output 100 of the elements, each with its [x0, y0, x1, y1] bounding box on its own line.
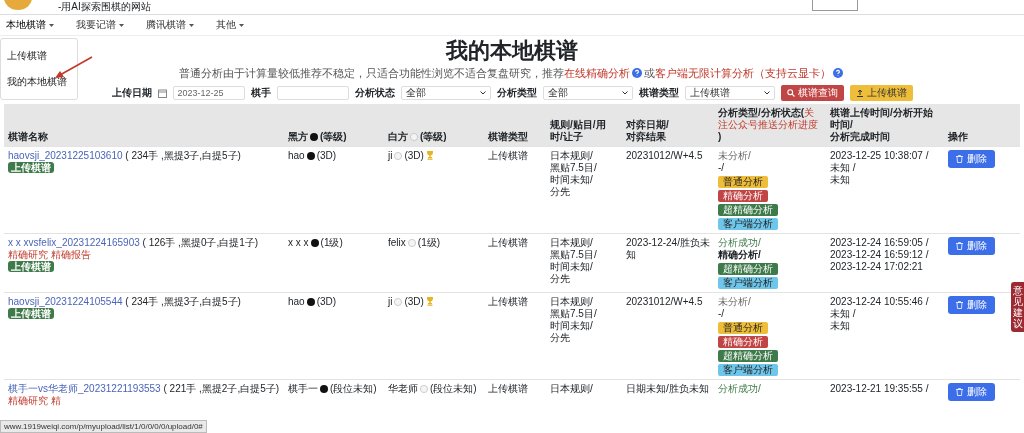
feedback-tab[interactable]: 意见建议	[1011, 282, 1024, 332]
help-icon[interactable]	[632, 68, 642, 78]
game-type: 上传棋谱	[488, 237, 528, 248]
analysis-button[interactable]: 客户端分析	[718, 364, 778, 376]
time-text: 2023-12-25 10:38:07 /	[830, 150, 930, 162]
site-tagline: -用AI探索围棋的网站	[58, 1, 151, 13]
player-name: x x x	[288, 237, 309, 248]
chevron-icon	[479, 91, 486, 95]
game-result: 20231012/W+4.5	[626, 150, 703, 161]
rule-text: 日本规则/	[550, 237, 594, 249]
analysis-button[interactable]: 精确分析	[718, 190, 768, 202]
upload-button[interactable]: 上传棋谱	[849, 85, 913, 101]
time-text: 2023-12-24 16:59:12 /	[830, 249, 930, 261]
delete-button[interactable]: 删除	[948, 296, 995, 314]
nav-menu[interactable]: 本地棋谱	[6, 18, 54, 32]
player-field[interactable]	[276, 86, 349, 100]
help-icon[interactable]	[833, 68, 843, 78]
trash-icon	[956, 388, 963, 396]
report-link[interactable]: 精确研究	[8, 395, 48, 406]
search-button[interactable]: 棋谱查询	[780, 85, 844, 101]
delete-button[interactable]: 删除	[948, 150, 995, 168]
column-header: 黑方	[288, 131, 308, 142]
analysis-type: -/	[718, 308, 726, 320]
player-rank: (1级)	[320, 237, 343, 248]
player-rank: (3D)	[316, 296, 337, 307]
go-stone-icon	[407, 239, 416, 247]
time-text: 2023-12-24 16:59:05 /	[830, 237, 930, 249]
upload-icon	[855, 89, 864, 97]
analysis-type: 精确分析/	[718, 249, 762, 261]
analysis-status: 分析成功/	[718, 383, 761, 394]
report-link[interactable]: 精	[50, 395, 61, 406]
time-text: 未知 /	[830, 308, 857, 320]
page-title: 我的本地棋谱	[446, 39, 578, 63]
player-name: hao	[288, 150, 305, 161]
player-name: 棋手一	[288, 383, 318, 394]
column-header: (等级)	[320, 131, 347, 142]
rule-text: 分先	[550, 186, 571, 198]
report-link[interactable]: 精确研究	[8, 249, 48, 260]
analysis-button[interactable]: 普通分析	[718, 176, 768, 188]
player-name: ji	[388, 150, 393, 161]
nav-menu[interactable]: 腾讯棋谱	[146, 18, 194, 32]
menu-item[interactable]: 上传棋谱	[1, 43, 77, 69]
type-badge: 上传棋谱	[8, 261, 54, 272]
online-analysis-link[interactable]: 在线精确分析	[564, 67, 630, 79]
analysis-button[interactable]: 超精确分析	[718, 204, 778, 216]
nav-menu[interactable]: 我要记谱	[76, 18, 124, 32]
filter-dropdown[interactable]: 上传棋谱	[684, 86, 775, 100]
nav-menu[interactable]: 其他	[216, 18, 244, 32]
game-link[interactable]: haovsji_20231224105544	[8, 296, 123, 307]
rule-text: 时间未知/	[550, 320, 594, 332]
analysis-button[interactable]: 客户端分析	[718, 218, 778, 230]
column-header: 棋谱类型	[488, 131, 528, 142]
game-type: 上传棋谱	[488, 383, 528, 394]
player-rank: (段位未知)	[330, 383, 377, 394]
trash-icon	[956, 155, 963, 163]
filter-label: 上传日期	[111, 86, 152, 100]
analysis-button[interactable]: 超精确分析	[718, 263, 778, 275]
report-link[interactable]: 精确报告	[50, 249, 91, 260]
analysis-button[interactable]: 精确分析	[718, 336, 768, 348]
calendar-icon	[157, 88, 167, 98]
analysis-status: 未分析/	[718, 150, 751, 161]
filter-dropdown[interactable]: 全部	[400, 86, 491, 100]
chevron-icon	[763, 91, 770, 95]
game-link[interactable]: haovsji_20231225103610	[8, 150, 123, 161]
rule-text: 分先	[550, 332, 571, 344]
caret-icon	[189, 23, 194, 27]
rule-text: 日本规则/	[550, 296, 594, 308]
analysis-button[interactable]: 客户端分析	[718, 277, 778, 289]
analysis-button[interactable]: 超精确分析	[718, 350, 778, 362]
time-text: 2023-12-21 19:35:55 /	[830, 383, 930, 395]
player-name: 华老师	[388, 383, 418, 394]
filter-dropdown[interactable]: 全部	[542, 86, 633, 100]
caret-icon	[119, 23, 124, 27]
column-header: 分析类型/分析状态(关注公众号推送分析进度 )	[718, 107, 818, 142]
analysis-button[interactable]: 普通分析	[718, 322, 768, 334]
go-stone-icon	[394, 152, 403, 160]
time-text: 未知 /	[830, 162, 857, 174]
trash-icon	[956, 301, 963, 309]
rule-text: 时间未知/	[550, 261, 594, 273]
time-text: 未知	[830, 320, 851, 332]
status-bar-url: www.1919weiqi.com/p/myupload/list/1/0/0/0/0/upload/0#	[0, 420, 207, 433]
player-rank: (段位未知)	[430, 383, 477, 394]
column-header: 规则/贴目/用时/让子	[550, 119, 606, 142]
game-link[interactable]: 棋手一vs华老师_20231221193553	[8, 383, 161, 394]
player-rank: (3D)	[316, 150, 337, 161]
rule-text: 日本规则/	[550, 383, 594, 395]
column-header: (等级)	[420, 131, 447, 142]
delete-button[interactable]: 删除	[948, 237, 995, 255]
time-text: 未知	[830, 174, 851, 186]
filter-label: 棋手	[250, 86, 271, 100]
player-name: ji	[388, 296, 393, 307]
go-stone-icon	[420, 385, 428, 393]
player-name: hao	[288, 296, 305, 307]
game-link[interactable]: x x xvsfelix_20231224165903	[8, 237, 140, 248]
go-stone-icon	[310, 239, 319, 247]
menu-item[interactable]: 我的本地棋谱	[1, 69, 77, 95]
date-field[interactable]: 2023-12-25	[172, 86, 245, 100]
rule-text: 时间未知/	[550, 174, 594, 186]
delete-button[interactable]: 删除	[948, 383, 995, 401]
client-analysis-link[interactable]: 客户端无限计算分析（支持云显卡）	[655, 67, 831, 79]
